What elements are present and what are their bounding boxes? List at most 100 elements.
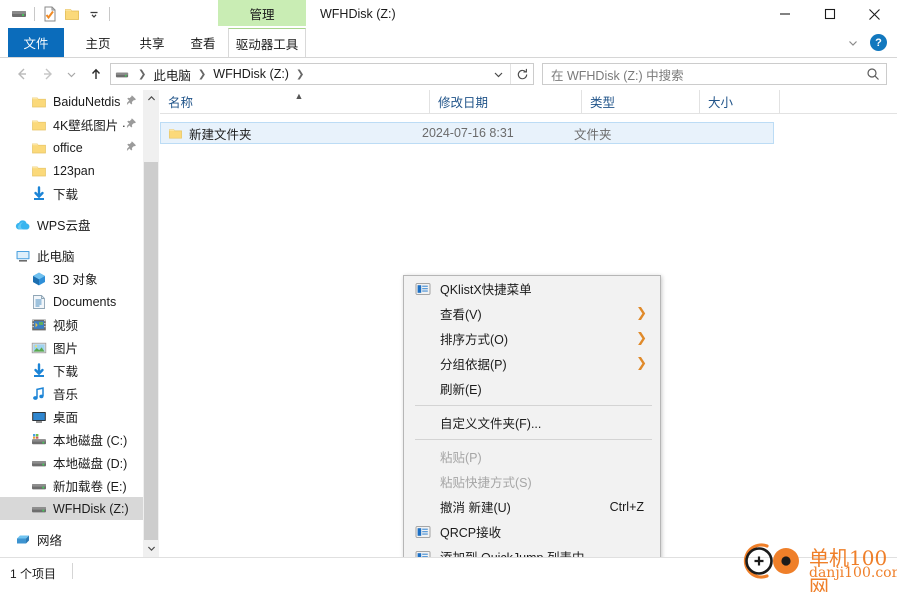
menu-item-0[interactable]: QKlistX快捷菜单 bbox=[404, 276, 660, 301]
breadcrumb-separator-2[interactable]: ❯ bbox=[291, 69, 309, 80]
sidebar-item-12[interactable]: 音乐 bbox=[0, 382, 143, 405]
properties-icon[interactable] bbox=[39, 0, 61, 28]
sidebar-item-7[interactable]: 3D 对象 bbox=[0, 267, 143, 290]
sidebar-item-5[interactable]: WPS云盘 bbox=[0, 213, 143, 236]
sidebar-item-0[interactable]: BaiduNetdis bbox=[0, 90, 143, 113]
sidebar-item-4[interactable]: 下载 bbox=[0, 182, 143, 205]
pin-icon[interactable] bbox=[126, 118, 137, 132]
column-header-size[interactable]: 大小 bbox=[700, 89, 780, 114]
column-header-name-label: 名称 bbox=[168, 96, 194, 110]
sidebar-item-3[interactable]: 123pan bbox=[0, 159, 143, 182]
sidebar-item-label: 音乐 bbox=[53, 388, 79, 402]
tab-file[interactable]: 文件 bbox=[8, 28, 64, 57]
sidebar-item-label: WPS云盘 bbox=[37, 219, 91, 233]
sidebar-item-14[interactable]: 本地磁盘 (C:) bbox=[0, 428, 143, 451]
sidebar-item-8[interactable]: Documents bbox=[0, 290, 143, 313]
sidebar-item-10[interactable]: 图片 bbox=[0, 336, 143, 359]
sidebar-item-13[interactable]: 桌面 bbox=[0, 405, 143, 428]
sidebar-item-11[interactable]: 下载 bbox=[0, 359, 143, 382]
search-icon[interactable] bbox=[860, 67, 886, 81]
file-name-cell: 新建文件夹 bbox=[161, 123, 422, 143]
menu-item-5[interactable]: 自定义文件夹(F)... bbox=[404, 410, 660, 435]
column-header-name[interactable]: ▲ 名称 bbox=[160, 89, 430, 114]
sidebar-item-15[interactable]: 本地磁盘 (D:) bbox=[0, 451, 143, 474]
tab-drive-tools[interactable]: 驱动器工具 bbox=[228, 28, 306, 57]
breadcrumb-separator-1[interactable]: ❯ bbox=[193, 69, 211, 80]
cloud-icon bbox=[14, 216, 32, 234]
column-header-type[interactable]: 类型 bbox=[582, 89, 700, 114]
search-box[interactable]: 在 WFHDisk (Z:) 中搜索 bbox=[542, 63, 887, 85]
chevron-down-icon[interactable] bbox=[842, 32, 864, 54]
chevron-right-icon: ❯ bbox=[636, 305, 647, 320]
menu-separator bbox=[415, 405, 652, 406]
folder-icon bbox=[30, 116, 48, 134]
window-title: WFHDisk (Z:) bbox=[320, 6, 396, 21]
menu-separator bbox=[415, 439, 652, 440]
navigation-pane[interactable]: BaiduNetdis 4K壁纸图片 · office 123pan 下载 WPS云盘此电… bbox=[0, 90, 143, 557]
address-bar: ❯ 此电脑 ❯ WFHDisk (Z:) ❯ 在 WFHDisk (Z:) 中搜… bbox=[0, 59, 897, 89]
menu-item-9[interactable]: QRCP接收 bbox=[404, 519, 660, 544]
column-header-date[interactable]: 修改日期 bbox=[430, 89, 582, 114]
chevron-right-icon: ❯ bbox=[636, 330, 647, 345]
menu-item-2[interactable]: 排序方式(O) ❯ bbox=[404, 326, 660, 351]
back-arrow-icon[interactable] bbox=[10, 63, 33, 85]
minimize-button[interactable] bbox=[762, 0, 807, 28]
menu-item-3[interactable]: 分组依据(P) ❯ bbox=[404, 351, 660, 376]
sidebar-item-label: 123pan bbox=[53, 163, 95, 178]
pictures-icon bbox=[30, 339, 48, 357]
status-divider bbox=[72, 563, 73, 579]
chevron-down-icon[interactable] bbox=[143, 540, 159, 557]
tab-share[interactable]: 共享 bbox=[126, 28, 178, 57]
menu-item-4[interactable]: 刷新(E) bbox=[404, 376, 660, 401]
breadcrumb-chevron-down-icon[interactable] bbox=[487, 64, 509, 84]
maximize-button[interactable] bbox=[807, 0, 852, 28]
menu-item-label: 刷新(E) bbox=[440, 383, 482, 397]
file-type-cell: 文件夹 bbox=[574, 127, 612, 142]
recent-locations-chevron-down-icon[interactable] bbox=[60, 63, 83, 85]
drive-icon bbox=[111, 67, 133, 82]
refresh-icon[interactable] bbox=[510, 64, 533, 84]
menu-item-1[interactable]: 查看(V) ❯ bbox=[404, 301, 660, 326]
contextual-tab-header: 管理 bbox=[218, 0, 306, 26]
help-button[interactable]: ? bbox=[870, 34, 887, 51]
menu-item-label: QRCP接收 bbox=[440, 526, 502, 540]
new-folder-icon[interactable] bbox=[61, 0, 83, 28]
sidebar-item-label: 本地磁盘 (D:) bbox=[53, 457, 128, 471]
menu-item-8[interactable]: 撤消 新建(U) Ctrl+Z bbox=[404, 494, 660, 519]
ribbon-right-controls: ? bbox=[842, 28, 893, 57]
chevron-up-icon[interactable] bbox=[143, 90, 159, 107]
sidebar-item-17[interactable]: WFHDisk (Z:) bbox=[0, 497, 143, 520]
tab-home[interactable]: 主页 bbox=[72, 28, 124, 57]
sidebar-item-label: 下载 bbox=[53, 188, 79, 202]
context-menu[interactable]: QKlistX快捷菜单 查看(V) ❯ 排序方式(O) ❯ 分组依据(P) ❯ 刷新(E) 自定… bbox=[403, 275, 661, 592]
table-row[interactable]: 新建文件夹 2024-07-16 8:31 文件夹 bbox=[160, 122, 774, 144]
breadcrumb-item-this-pc[interactable]: 此电脑 bbox=[151, 64, 193, 84]
sidebar-item-18[interactable]: 网络 bbox=[0, 528, 143, 551]
pin-icon[interactable] bbox=[126, 141, 137, 155]
sidebar-item-1[interactable]: 4K壁纸图片 · bbox=[0, 113, 143, 136]
breadcrumb[interactable]: ❯ 此电脑 ❯ WFHDisk (Z:) ❯ bbox=[110, 63, 534, 85]
menu-item-label: 查看(V) bbox=[440, 308, 482, 322]
toolbar-divider bbox=[34, 7, 35, 21]
tab-view[interactable]: 查看 bbox=[180, 28, 226, 57]
window-controls bbox=[762, 0, 897, 28]
breadcrumb-item-wfhdisk[interactable]: WFHDisk (Z:) bbox=[211, 64, 291, 84]
pin-icon[interactable] bbox=[126, 95, 137, 109]
sidebar-item-6[interactable]: 此电脑 bbox=[0, 244, 143, 267]
sidebar-item-label: 桌面 bbox=[53, 411, 79, 425]
drive-icon[interactable] bbox=[8, 0, 30, 28]
sidebar-item-2[interactable]: office bbox=[0, 136, 143, 159]
sidebar-item-label: 视频 bbox=[53, 319, 79, 333]
download-icon bbox=[30, 185, 48, 203]
up-arrow-icon[interactable] bbox=[84, 63, 107, 85]
sidebar-item-label: 下载 bbox=[53, 365, 79, 379]
sidebar-item-16[interactable]: 新加载卷 (E:) bbox=[0, 474, 143, 497]
menu-item-label: 自定义文件夹(F)... bbox=[440, 417, 542, 431]
close-button[interactable] bbox=[852, 0, 897, 28]
sidebar-scrollbar[interactable] bbox=[143, 90, 159, 557]
scrollbar-thumb[interactable] bbox=[144, 162, 158, 547]
sidebar-item-9[interactable]: 视频 bbox=[0, 313, 143, 336]
chevron-down-icon[interactable] bbox=[83, 0, 105, 28]
search-input[interactable]: 在 WFHDisk (Z:) 中搜索 bbox=[543, 65, 860, 84]
forward-arrow-icon[interactable] bbox=[36, 63, 59, 85]
